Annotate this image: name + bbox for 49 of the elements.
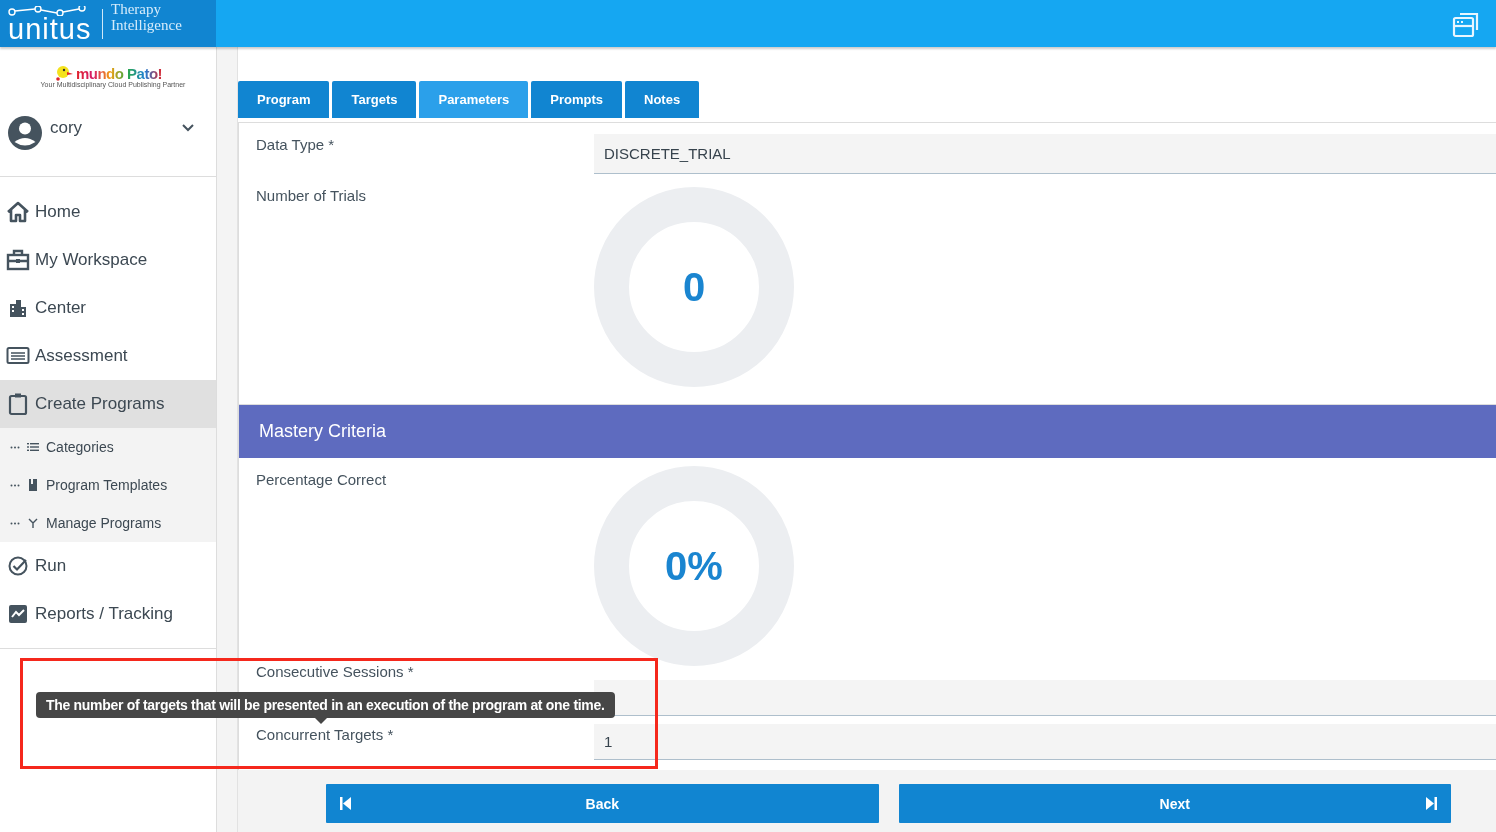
dots-icon	[10, 483, 20, 487]
nav-item[interactable]: Center	[0, 284, 216, 332]
line-chart-icon	[8, 604, 28, 624]
buildings-icon	[8, 298, 28, 318]
section-header: Mastery Criteria	[239, 404, 1496, 458]
input-field[interactable]: 1	[594, 724, 1496, 760]
field-label: Number of Trials	[256, 187, 367, 204]
field-label: Percentage Correct	[256, 471, 387, 488]
field-label: Concurrent Targets *	[256, 726, 394, 743]
tab[interactable]: Targets	[332, 81, 417, 118]
user-avatar-icon	[8, 115, 42, 150]
list-window-icon	[6, 346, 30, 366]
field-label: Consecutive Sessions *	[256, 663, 414, 680]
tab[interactable]: Prompts	[531, 81, 623, 118]
dots-icon	[10, 521, 20, 525]
fork-icon	[27, 517, 39, 529]
progress-value: 0	[682, 265, 706, 309]
book-icon	[28, 479, 38, 491]
clipboard-icon	[8, 392, 28, 416]
skip-back-icon	[340, 797, 351, 810]
logo-tagline: Therapy Intelligence	[111, 0, 182, 33]
nav-item[interactable]: Assessment	[0, 332, 216, 380]
house-icon	[6, 201, 30, 223]
tooltip-pointer-icon	[315, 718, 327, 724]
lines-icon	[27, 442, 39, 452]
dots-icon	[10, 445, 20, 449]
input-field[interactable]: DISCRETE_TRIAL	[594, 134, 1496, 174]
duck-icon	[53, 65, 74, 81]
nav-item[interactable]: Reports / Tracking	[0, 590, 216, 638]
field-label: Data Type *	[256, 136, 335, 153]
tooltip: The number of targets that will be presented in an execution of the program at one time.	[36, 692, 615, 718]
tab[interactable]: Program	[238, 81, 330, 118]
skip-forward-icon	[1426, 797, 1437, 810]
nav-subitem[interactable]: Categories	[0, 428, 216, 466]
nav-item[interactable]: Create Programs	[0, 380, 216, 428]
progress-value: 0%	[665, 544, 723, 588]
nav-item[interactable]: Run	[0, 542, 216, 590]
briefcase-icon	[6, 249, 30, 271]
user-name[interactable]: cory	[50, 117, 174, 138]
nav-item[interactable]: Home	[0, 188, 216, 236]
logo-wordmark: unitus	[8, 15, 92, 42]
chevron-down-icon[interactable]	[182, 123, 194, 132]
next-button[interactable]: Next	[898, 784, 1451, 823]
back-button[interactable]: Back	[326, 784, 879, 823]
nav-subitem[interactable]: Program Templates	[0, 466, 216, 504]
nav-item[interactable]: My Workspace	[0, 236, 216, 284]
tab[interactable]: Notes	[625, 81, 700, 118]
nav-subitem[interactable]: Manage Programs	[0, 504, 216, 542]
check-circle-icon	[7, 555, 29, 577]
